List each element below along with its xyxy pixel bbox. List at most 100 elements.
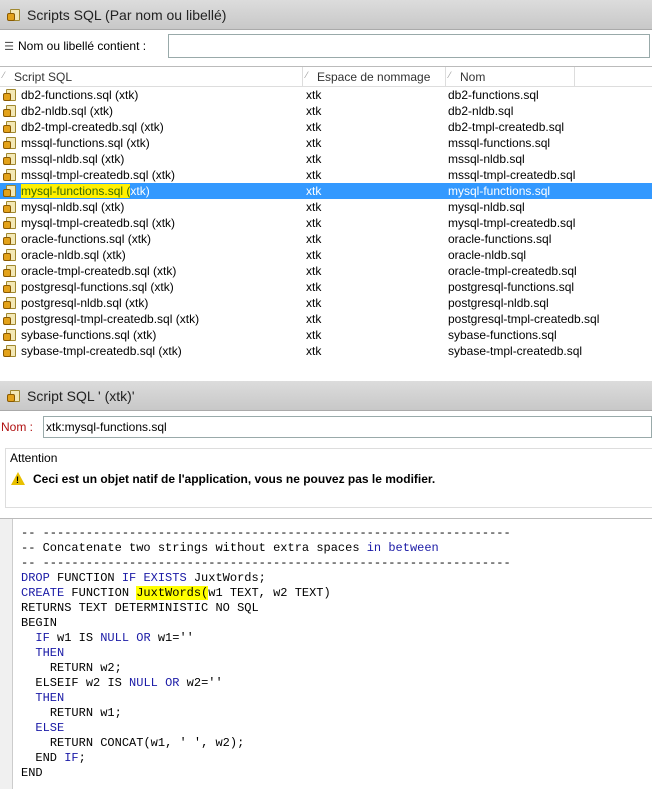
list-title: Scripts SQL (Par nom ou libellé): [27, 6, 227, 23]
table-row[interactable]: oracle-tmpl-createdb.sql (xtk) xtk oracle-…: [0, 263, 652, 279]
cell-name: sybase-functions.sql: [448, 328, 557, 342]
sql-script-icon: [3, 120, 17, 134]
sql-script-icon: [3, 232, 17, 246]
table-row[interactable]: oracle-functions.sql (xtk) xtk oracle-func…: [0, 231, 652, 247]
cell-script: sybase-functions.sql (xtk): [0, 327, 303, 343]
column-header-name[interactable]: ⁄ Nom: [446, 67, 575, 86]
cell-script-text: mysql-tmpl-createdb.sql (xtk): [21, 216, 176, 230]
table-row[interactable]: db2-tmpl-createdb.sql (xtk) xtk db2-tmpl-c…: [0, 119, 652, 135]
sql-script-icon: [7, 8, 21, 22]
sql-script-icon: [3, 248, 17, 262]
column-header-namespace[interactable]: ⁄ Espace de nommage: [303, 67, 446, 86]
filter-bar: ☰ Nom ou libellé contient :: [0, 31, 652, 61]
table-row[interactable]: mssql-nldb.sql (xtk) xtk mssql-nldb.sql: [0, 151, 652, 167]
table-row[interactable]: oracle-nldb.sql (xtk) xtk oracle-nldb.sql: [0, 247, 652, 263]
cell-namespace: xtk: [306, 312, 322, 326]
cell-name: db2-functions.sql: [448, 88, 539, 102]
cell-name: oracle-nldb.sql: [448, 248, 527, 262]
code-line: DROP FUNCTION IF EXISTS JuxtWords;: [21, 571, 266, 585]
cell-name: sybase-tmpl-createdb.sql: [448, 344, 583, 358]
cell-name: db2-nldb.sql: [448, 104, 514, 118]
table-row[interactable]: postgresql-nldb.sql (xtk) xtk postgresql-n…: [0, 295, 652, 311]
name-input[interactable]: [43, 416, 652, 438]
cell-script: mssql-functions.sql (xtk): [0, 135, 303, 151]
code-line: RETURN w2;: [49, 661, 122, 675]
cell-script: mssql-tmpl-createdb.sql (xtk): [0, 167, 303, 183]
attention-message: Ceci est un objet natif de l'application…: [33, 472, 436, 486]
cell-script-text: mssql-nldb.sql (xtk): [21, 152, 125, 166]
cell-namespace: xtk: [306, 104, 322, 118]
sql-script-icon: [3, 136, 17, 150]
column-header-script[interactable]: ⁄ Script SQL: [0, 67, 303, 86]
cell-script: postgresql-functions.sql (xtk): [0, 279, 303, 295]
cell-script-text: db2-nldb.sql (xtk): [21, 104, 114, 118]
cell-script-text: mssql-functions.sql (xtk): [21, 136, 150, 150]
cell-script: db2-functions.sql (xtk): [0, 87, 303, 103]
cell-name: postgresql-nldb.sql: [448, 296, 549, 310]
code-line: ELSE: [35, 721, 65, 735]
sql-script-icon: [3, 296, 17, 310]
name-label: Nom :: [1, 420, 34, 434]
sql-script-icon: [3, 312, 17, 326]
sql-script-icon: [3, 168, 17, 182]
cell-name: mysql-nldb.sql: [448, 200, 525, 214]
cell-name: mssql-functions.sql: [448, 136, 551, 150]
code-line: ELSEIF w2 IS NULL OR w2='': [35, 676, 223, 690]
cell-script-text: mysql-nldb.sql (xtk): [21, 200, 125, 214]
cell-script: db2-nldb.sql (xtk): [0, 103, 303, 119]
table-row[interactable]: mssql-tmpl-createdb.sql (xtk) xtk mssql-tm…: [0, 167, 652, 183]
scripts-grid: ⁄ Script SQL ⁄ Espace de nommage ⁄ Nom db2-…: [0, 66, 652, 358]
cell-namespace: xtk: [306, 248, 322, 262]
cell-script: mysql-functions.sql (xtk): [0, 183, 303, 199]
sql-script-icon: [3, 104, 17, 118]
cell-namespace: xtk: [306, 88, 322, 102]
cell-script-text: oracle-nldb.sql (xtk): [21, 248, 126, 262]
filter-input[interactable]: [168, 34, 650, 58]
sql-script-icon: [3, 88, 17, 102]
editor-gutter: [0, 519, 13, 789]
column-header-filler: [575, 67, 652, 86]
code-line: RETURN w1;: [49, 706, 122, 720]
attention-box: Attention ! Ceci est un objet natif de l…: [5, 448, 652, 508]
cell-script-text: postgresql-tmpl-createdb.sql (xtk): [21, 312, 200, 326]
cell-namespace: xtk: [306, 200, 322, 214]
cell-namespace: xtk: [306, 120, 322, 134]
code-line: -- -------------------------------------…: [21, 556, 511, 570]
code-line: THEN: [35, 646, 65, 660]
table-row[interactable]: sybase-functions.sql (xtk) xtk sybase-func…: [0, 327, 652, 343]
cell-namespace: xtk: [306, 344, 322, 358]
code-editor[interactable]: -- -------------------------------------…: [0, 518, 652, 789]
table-row[interactable]: db2-functions.sql (xtk) xtk db2-functions.…: [0, 87, 652, 103]
code-content[interactable]: -- -------------------------------------…: [21, 526, 511, 781]
table-row[interactable]: sybase-tmpl-createdb.sql (xtk) xtk sybase-…: [0, 343, 652, 358]
cell-script-text: oracle-functions.sql (xtk): [21, 232, 152, 246]
cell-script: oracle-nldb.sql (xtk): [0, 247, 303, 263]
sql-script-icon: [3, 152, 17, 166]
code-line: CREATE FUNCTION JuxtWords(w1 TEXT, w2 TE…: [21, 586, 331, 600]
code-line: RETURNS TEXT DETERMINISTIC NO SQL: [21, 601, 259, 615]
sql-script-icon: [3, 280, 17, 294]
table-row[interactable]: mysql-nldb.sql (xtk) xtk mysql-nldb.sql: [0, 199, 652, 215]
table-row[interactable]: mssql-functions.sql (xtk) xtk mssql-functi…: [0, 135, 652, 151]
table-row[interactable]: mysql-functions.sql (xtk) xtk mysql-functi…: [0, 183, 652, 199]
cell-namespace: xtk: [306, 216, 322, 230]
cell-name: mssql-nldb.sql: [448, 152, 525, 166]
name-row: Nom :: [0, 415, 652, 439]
sql-script-icon: [3, 328, 17, 342]
cell-namespace: xtk: [306, 136, 322, 150]
cell-name: mysql-functions.sql: [448, 184, 551, 198]
sql-script-icon: [7, 389, 21, 403]
table-row[interactable]: mysql-tmpl-createdb.sql (xtk) xtk mysql-tm…: [0, 215, 652, 231]
cell-script: mssql-nldb.sql (xtk): [0, 151, 303, 167]
table-row[interactable]: db2-nldb.sql (xtk) xtk db2-nldb.sql: [0, 103, 652, 119]
code-line: -- -------------------------------------…: [21, 526, 511, 540]
cell-script-text: mysql-functions.sql (xtk): [21, 184, 150, 198]
sql-script-icon: [3, 200, 17, 214]
table-row[interactable]: postgresql-tmpl-createdb.sql (xtk) xtk pos…: [0, 311, 652, 327]
cell-script: mysql-tmpl-createdb.sql (xtk): [0, 215, 303, 231]
cell-namespace: xtk: [306, 280, 322, 294]
code-line: END IF;: [35, 751, 86, 765]
table-row[interactable]: postgresql-functions.sql (xtk) xtk postgre…: [0, 279, 652, 295]
sql-script-icon: [3, 344, 17, 358]
cell-name: postgresql-tmpl-createdb.sql: [448, 312, 600, 326]
